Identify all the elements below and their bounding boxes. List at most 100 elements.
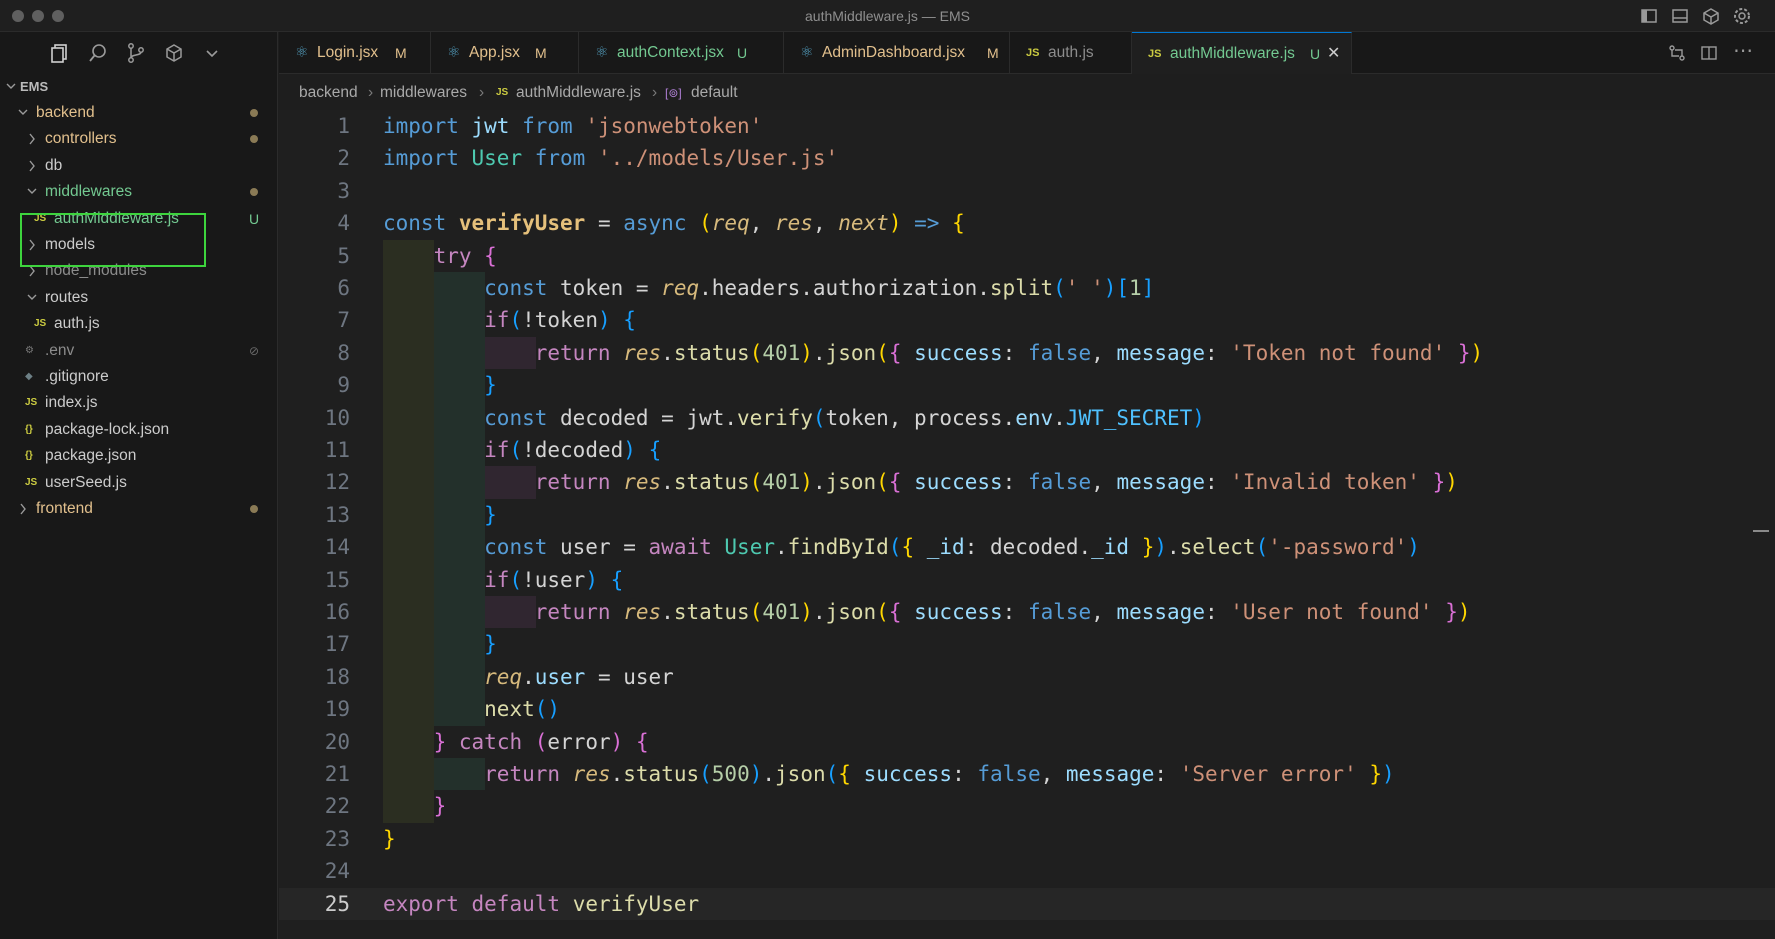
line-number: 19	[324, 697, 350, 722]
search-icon[interactable]	[87, 42, 109, 64]
tree-item-routes[interactable]: routes	[0, 285, 278, 311]
tree-item-package-json[interactable]: {} package.json	[0, 443, 278, 469]
js-file-icon: JS	[1148, 48, 1162, 60]
tab-authmiddleware-js[interactable]: JS authMiddleware.js U ✕	[1132, 32, 1352, 74]
split-editor-icon[interactable]	[1699, 43, 1719, 63]
gear-file-icon: ⚙	[25, 344, 34, 356]
extensions-box-icon[interactable]	[1701, 6, 1721, 26]
code-text: if(!user) {	[484, 567, 624, 592]
line-number: 5	[337, 243, 350, 268]
chevron-right-icon	[29, 265, 35, 277]
line-number: 11	[324, 438, 350, 462]
code-line[interactable]: 19 next()	[279, 693, 1775, 726]
toggle-sidebar-icon[interactable]	[1639, 6, 1659, 26]
compare-changes-icon[interactable]	[1667, 43, 1687, 63]
code-text: const token = req.headers.authorization.…	[484, 276, 1155, 300]
breadcrumb-symbol[interactable]: default	[691, 76, 738, 110]
code-line[interactable]: 21 return res.status(500).json({ success…	[279, 758, 1775, 791]
settings-gear-icon[interactable]	[1732, 6, 1752, 26]
tab-app-jsx[interactable]: ⚛ App.jsx M	[431, 32, 579, 74]
explorer-files-icon[interactable]	[48, 42, 70, 64]
line-number: 17	[324, 632, 350, 657]
code-line[interactable]: 10 const decoded = jwt.verify(token, pro…	[279, 401, 1775, 434]
breadcrumb-middlewares[interactable]: middlewares	[380, 76, 467, 110]
code-line[interactable]: 13 }	[279, 498, 1775, 532]
tab-admindashboard-jsx[interactable]: ⚛ AdminDashboard.jsx M	[784, 32, 1010, 74]
code-line[interactable]: 7 if(!token) {	[279, 304, 1775, 337]
tree-item--gitignore[interactable]: ◆ .gitignore	[0, 364, 278, 390]
tree-item-node-modules[interactable]: node_modules	[0, 258, 278, 284]
tree-item-auth-js[interactable]: JS auth.js	[0, 311, 278, 337]
code-line[interactable]: 25 export default verifyUser	[279, 887, 1775, 920]
tree-item-db[interactable]: db	[0, 153, 278, 179]
tree-item-index-js[interactable]: JS index.js	[0, 390, 278, 416]
tree-item-controllers[interactable]: controllers	[0, 126, 278, 152]
tree-item-authmiddleware-js[interactable]: JS authMiddleware.js U	[0, 206, 278, 232]
tree-item-frontend[interactable]: frontend	[0, 496, 278, 522]
js-file-icon: JS	[1026, 47, 1040, 59]
tab-login-jsx[interactable]: ⚛ Login.jsx M	[279, 32, 431, 74]
code-editor[interactable]: 1 import jwt from 'jsonwebtoken' 2 import U…	[279, 110, 1775, 939]
code-line[interactable]: 9 }	[279, 369, 1775, 402]
breadcrumb-file[interactable]: authMiddleware.js	[516, 76, 641, 110]
breadcrumb: backend › middlewares › JS authMiddlewar…	[279, 76, 1775, 110]
extensions-icon[interactable]	[163, 42, 185, 64]
tree-item--env[interactable]: ⚙ .env ⊘	[0, 338, 278, 364]
code-line[interactable]: 24	[279, 855, 1775, 887]
tab-authcontext-jsx[interactable]: ⚛ authContext.jsx U	[579, 32, 784, 74]
tree-item-label: userSeed.js	[45, 473, 127, 491]
explorer-root[interactable]: EMS	[0, 74, 278, 100]
js-file-icon: JS	[25, 476, 38, 488]
chevron-down-icon	[27, 188, 37, 195]
chevron-down-icon	[18, 109, 28, 115]
code-line[interactable]: 14 const user = await User.findById({ _i…	[279, 531, 1775, 564]
chevron-right-icon: ›	[368, 84, 374, 101]
react-file-icon: ⚛	[595, 44, 609, 61]
code-line[interactable]: 16 return res.status(401).json({ success…	[279, 596, 1775, 629]
breadcrumb-backend[interactable]: backend	[299, 76, 358, 110]
source-control-icon[interactable]	[125, 42, 147, 64]
line-number: 14	[324, 535, 350, 560]
code-line[interactable]: 18 req.user = user	[279, 660, 1775, 694]
activity-bar	[0, 32, 278, 72]
code-text: if(!token) {	[484, 308, 636, 333]
chevron-down-icon[interactable]	[201, 42, 223, 64]
code-line[interactable]: 2 import User from '../models/User.js'	[279, 142, 1775, 174]
code-line[interactable]: 5 try {	[279, 239, 1775, 272]
code-line[interactable]: 3	[279, 175, 1775, 207]
code-text: } catch (error) {	[433, 729, 649, 754]
tab-auth-js[interactable]: JS auth.js	[1010, 32, 1132, 74]
code-line[interactable]: 4 const verifyUser = async (req, res, nex…	[279, 207, 1775, 239]
scrollbar-marker[interactable]	[1753, 530, 1769, 532]
code-line[interactable]: 1 import jwt from 'jsonwebtoken'	[279, 110, 1775, 142]
code-line[interactable]: 20 } catch (error) {	[279, 725, 1775, 758]
code-line[interactable]: 12 return res.status(401).json({ success…	[279, 466, 1775, 499]
code-line[interactable]: 23}	[279, 823, 1775, 855]
tree-item-label: node_modules	[45, 262, 147, 280]
chevron-right-icon	[29, 239, 35, 251]
code-line[interactable]: 15 if(!user) {	[279, 563, 1775, 596]
tree-item-backend[interactable]: backend	[0, 100, 278, 126]
tree-item-label: authMiddleware.js	[54, 209, 179, 227]
tree-item-label: index.js	[45, 394, 98, 412]
code-line[interactable]: 8 return res.status(401).json({ success:…	[279, 336, 1775, 370]
more-actions-icon[interactable]: ⋯	[1733, 38, 1753, 63]
code-line[interactable]: 11 if(!decoded) {	[279, 434, 1775, 467]
code-line[interactable]: 6 const token = req.headers.authorizatio…	[279, 272, 1775, 305]
tab-label: authMiddleware.js	[1170, 45, 1295, 62]
tree-item-label: db	[45, 156, 63, 174]
tab-label: Login.jsx	[317, 44, 379, 61]
toggle-panel-icon[interactable]	[1670, 6, 1690, 26]
explorer-root-label: EMS	[20, 79, 49, 94]
close-tab-icon[interactable]: ✕	[1327, 33, 1340, 75]
tree-item-userseed-js[interactable]: JS userSeed.js	[0, 470, 278, 496]
js-file-icon: JS	[25, 397, 38, 409]
tree-item-middlewares[interactable]: middlewares	[0, 179, 278, 205]
line-number: 20	[324, 729, 350, 754]
tree-item-package-lock-json[interactable]: {} package-lock.json	[0, 417, 278, 443]
code-line[interactable]: 17 }	[279, 628, 1775, 661]
tab-git-status: M	[395, 45, 407, 61]
code-line[interactable]: 22 }	[279, 790, 1775, 823]
tree-item-models[interactable]: models	[0, 232, 278, 258]
js-file-icon: JS	[34, 212, 47, 224]
